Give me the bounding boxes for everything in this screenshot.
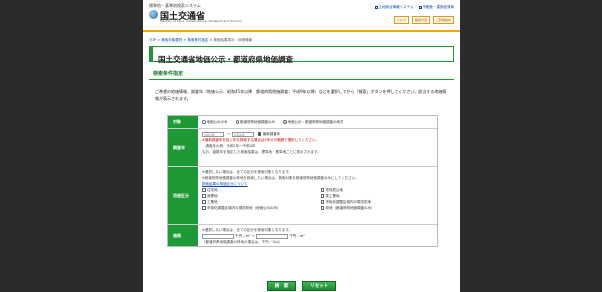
form-buttons: 検 索 リセット: [143, 281, 460, 291]
reset-button[interactable]: リセット: [302, 281, 337, 291]
breadcrumb-conditions[interactable]: 検索条件指定: [187, 38, 208, 42]
page: 標準地・基準地検索システム 国土交通省 Ministry of Land, In…: [143, 0, 460, 292]
latest-year-option[interactable]: 最新調査年: [257, 132, 280, 136]
checkbox-checked-icon[interactable]: [257, 132, 262, 136]
checkbox-icon[interactable]: [202, 206, 206, 210]
header-link-bureau[interactable]: 不動産・建設経済局: [418, 5, 454, 10]
price-label: 価格: [168, 225, 198, 246]
form-row-year: 調査年 令和4年～ 令和4年 最新調査年 ※最新調査年を除く年を検索する場合は5…: [168, 128, 437, 166]
ministry-logo-icon[interactable]: [149, 10, 158, 19]
price-min-input[interactable]: [202, 233, 234, 239]
usage-option-forest[interactable]: 林地（都道府県地価調査のみ）: [320, 205, 434, 211]
breadcrumb: TOP > 検索対象選択 > 検索条件指定 > 検索結果表示・詳細情報: [149, 38, 253, 42]
price-range-separator: ～: [251, 234, 256, 238]
price-max-unit: 千円／m²: [289, 234, 305, 238]
radio-selected-icon[interactable]: [283, 120, 287, 124]
checkbox-icon[interactable]: [320, 188, 324, 192]
target-label: 対象: [168, 116, 198, 128]
usage-option-adjustment-forest[interactable]: 市街化調整区域内の現況林地（地価公示のみ）: [202, 205, 315, 211]
checkbox-icon[interactable]: [202, 188, 206, 192]
usage-label: 用途区分: [168, 167, 198, 224]
section-title: 検索条件指定: [149, 70, 454, 80]
page-title-box: 国土交通省地価公示・都道府県地価調査: [149, 46, 454, 64]
checkbox-icon[interactable]: [320, 200, 324, 204]
radio-icon[interactable]: [202, 120, 206, 124]
year-label: 調査年: [168, 129, 198, 166]
usage-options: 住宅地 宅地見込地 商業地 準工業地 工業地 市街化調整区域内の現況宅地 市街化…: [202, 187, 433, 211]
header-small-buttons: ヘルプ 検索方法 ご利用案内: [393, 16, 454, 24]
header-divider: [143, 30, 460, 32]
price-min-unit: 千円／m²: [235, 234, 251, 238]
year-controls: 令和4年～ 令和4年 最新調査年 ※最新調査年を除く年を検索する場合は5年分の範…: [198, 129, 437, 166]
search-button[interactable]: 検 索: [266, 281, 297, 291]
year-from-select[interactable]: 令和4年: [202, 131, 224, 137]
form-row-usage: 用途区分 ※選択しない場合は、全ての区分を検索対象となります。 ※都道府県地価調…: [168, 166, 437, 224]
breadcrumb-top[interactable]: TOP: [149, 38, 156, 42]
target-option-public[interactable]: 地価公示のみ: [202, 119, 228, 125]
header-link-land-info[interactable]: 土地総合情報システム: [374, 5, 414, 10]
radio-icon[interactable]: [235, 120, 239, 124]
price-controls: ※選択しない場合は、全ての区分を検索対象となります。 千円／m² ～ 千円／m²…: [198, 225, 437, 246]
target-option-prefecture[interactable]: 都道府県地価調査のみ: [235, 119, 275, 125]
usage-controls: ※選択しない場合は、全ての区分を検索対象となります。 ※都道府県地価調査の林地を…: [198, 167, 437, 224]
target-option-both[interactable]: 地価公示・都道府県地価調査の両方: [283, 119, 344, 125]
year-to-select[interactable]: 令和4年: [231, 131, 254, 137]
search-method-button[interactable]: 検索方法: [411, 16, 430, 24]
checkbox-icon[interactable]: [202, 200, 206, 204]
external-link-icon: [374, 5, 378, 9]
checkbox-icon[interactable]: [320, 194, 324, 198]
external-link-icon: [418, 5, 422, 9]
usage-guide-button[interactable]: ご利用案内: [432, 16, 454, 24]
checkbox-icon[interactable]: [320, 206, 324, 210]
checkbox-icon[interactable]: [202, 194, 206, 198]
price-unit-note: （都道府県地価調査の林地の場合は、千円／10a）: [202, 240, 283, 244]
search-form: 対象 地価公示のみ 都道府県地価調査のみ 地価公示・都道府県地価調査の両方 調査…: [167, 115, 438, 247]
price-max-input[interactable]: [256, 233, 289, 239]
breadcrumb-target[interactable]: 検索対象選択: [161, 38, 182, 42]
intro-text: ご希望の地価情報、調査年（地価公示：昭和45年以降 都道府県地価調査：平成9年以…: [155, 89, 447, 101]
year-note-3: なお、複数年を指定した検索結果は、標準地・基準地ごとに表示されます。: [202, 150, 321, 154]
form-row-price: 価格 ※選択しない場合は、全ての区分を検索対象となります。 千円／m² ～ 千円…: [168, 224, 437, 246]
breadcrumb-current: 検索結果表示・詳細情報: [213, 38, 253, 42]
ministry-logo-subtitle: Ministry of Land, Infrastructure, Transp…: [160, 19, 242, 23]
page-title: 国土交通省地価公示・都道府県地価調査: [158, 55, 293, 64]
form-row-target: 対象 地価公示のみ 都道府県地価調査のみ 地価公示・都道府県地価調査の両方: [168, 116, 437, 128]
header-links: 土地総合情報システム 不動産・建設経済局: [374, 5, 454, 10]
help-button[interactable]: ヘルプ: [393, 16, 409, 24]
target-options: 地価公示のみ 都道府県地価調査のみ 地価公示・都道府県地価調査の両方: [198, 116, 437, 128]
